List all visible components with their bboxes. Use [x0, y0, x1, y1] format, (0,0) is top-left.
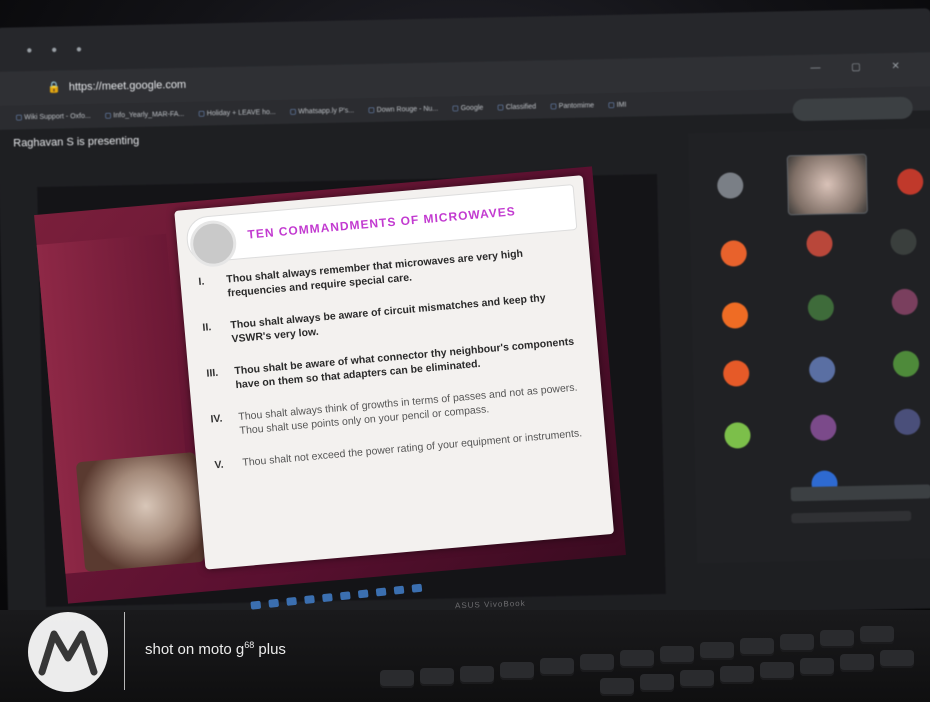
keyboard-key — [720, 666, 754, 684]
keyboard-key — [680, 670, 714, 688]
keyboard-key — [820, 630, 854, 648]
participant-avatar[interactable] — [810, 414, 837, 441]
commandment-list: I. Thou shalt always remember that micro… — [198, 243, 587, 491]
bookmark-item[interactable]: Classified — [497, 103, 536, 112]
bookmark-item[interactable]: Pantomime — [550, 101, 595, 110]
participant-avatar[interactable] — [894, 408, 921, 436]
participant-avatar[interactable] — [806, 230, 833, 257]
commandment-text: Thou shalt always be aware of circuit mi… — [229, 291, 547, 346]
taskbar-icon[interactable] — [411, 583, 423, 593]
participant-avatar[interactable] — [717, 172, 744, 199]
commandment-text: Thou shalt always think of growths in te… — [237, 381, 578, 438]
slide-photo — [75, 451, 205, 573]
keyboard-key — [420, 668, 454, 686]
keyboard-key — [540, 658, 574, 676]
commandment-number: IV. — [210, 412, 223, 426]
bookmark-item[interactable]: IMI — [608, 101, 627, 109]
participant-video-tile[interactable] — [786, 153, 868, 216]
lock-icon: 🔒 — [46, 81, 61, 94]
keyboard-key — [740, 638, 774, 656]
bookmark-item[interactable]: Holiday + LEAVE ho... — [198, 108, 276, 118]
panel-control-bar[interactable] — [790, 484, 930, 502]
window-controls[interactable]: — ▢ ✕ — [810, 61, 914, 74]
watermark-tail: plus — [254, 641, 286, 658]
keyboard-key — [880, 650, 914, 668]
watermark-main: shot on moto g — [145, 641, 245, 658]
participant-avatar[interactable] — [807, 294, 835, 321]
taskbar-icon[interactable] — [304, 595, 315, 605]
photo-scene: ● ● ● 🔒 https://meet.google.com — ▢ ✕ Wik… — [0, 0, 930, 702]
keyboard-key — [580, 654, 614, 672]
bookmark-item[interactable]: Info_Yearly_MAR-FA... — [105, 110, 184, 120]
keyboard-key — [800, 658, 834, 676]
taskbar-icon[interactable] — [286, 596, 297, 606]
keyboard-key — [640, 674, 674, 692]
watermark-model: 68 — [244, 640, 255, 650]
keyboard-key — [840, 654, 874, 672]
presenting-label: Raghavan S is presenting — [13, 134, 140, 150]
keyboard-key — [700, 642, 734, 660]
slide-title: TEN COMMANDMENTS OF MICROWAVES — [246, 204, 517, 242]
panel-control-bar[interactable] — [791, 510, 912, 524]
keyboard-key — [760, 662, 794, 680]
bookmark-item[interactable]: Down Rouge - Nu... — [368, 105, 439, 114]
participant-avatar[interactable] — [808, 356, 836, 383]
keyboard-key — [460, 666, 494, 684]
bookmark-item[interactable]: Google — [452, 104, 484, 113]
keyboard-key — [780, 634, 814, 652]
keyboard-key — [860, 626, 894, 644]
keyboard-key — [660, 646, 694, 664]
commandment-number: III. — [206, 366, 219, 380]
motorola-logo-icon — [28, 612, 108, 692]
keyboard-key — [600, 678, 634, 696]
motorola-m-icon — [38, 630, 98, 676]
keyboard-key — [500, 662, 534, 680]
commandment-number: I. — [198, 275, 205, 289]
participant-avatar[interactable] — [892, 350, 920, 378]
commandment-number: V. — [214, 458, 225, 472]
participant-avatar[interactable] — [724, 422, 751, 449]
bookmark-item[interactable]: Whatsapp.ly P's... — [290, 106, 354, 115]
tab-strip-icons: ● ● ● — [26, 43, 91, 57]
participant-avatar[interactable] — [720, 240, 747, 267]
bookmark-item[interactable]: Wiki Support - Oxfo... — [16, 112, 91, 122]
taskbar-icon[interactable] — [250, 600, 262, 610]
watermark-text: shot on moto g68 plus — [145, 640, 286, 658]
taskbar-icon[interactable] — [393, 585, 405, 595]
slide-page: TEN COMMANDMENTS OF MICROWAVES I. Thou s… — [174, 175, 615, 570]
participant-avatar[interactable] — [721, 302, 749, 329]
taskbar-icon[interactable] — [339, 591, 351, 601]
url-value: https://meet.google.com — [68, 78, 187, 94]
commandment-text: Thou shalt be aware of what connector th… — [233, 335, 575, 392]
participant-avatar[interactable] — [896, 168, 924, 196]
shared-slide-frame: TEN COMMANDMENTS OF MICROWAVES I. Thou s… — [34, 166, 626, 604]
keyboard-key — [620, 650, 654, 668]
participant-avatar[interactable] — [722, 360, 750, 387]
taskbar-icon[interactable] — [322, 593, 333, 603]
watermark-divider — [124, 612, 125, 690]
taskbar-icon[interactable] — [268, 598, 280, 608]
meet-top-control[interactable] — [792, 96, 913, 122]
taskbar-icon[interactable] — [375, 587, 387, 597]
participant-avatar[interactable] — [890, 228, 917, 256]
taskbar-icon[interactable] — [357, 589, 369, 599]
participants-panel — [688, 128, 930, 564]
laptop-keyboard — [0, 610, 930, 702]
participant-avatar[interactable] — [891, 288, 919, 316]
slide-logo-icon — [188, 218, 239, 269]
commandment-number: II. — [202, 321, 212, 334]
keyboard-key — [380, 670, 414, 688]
